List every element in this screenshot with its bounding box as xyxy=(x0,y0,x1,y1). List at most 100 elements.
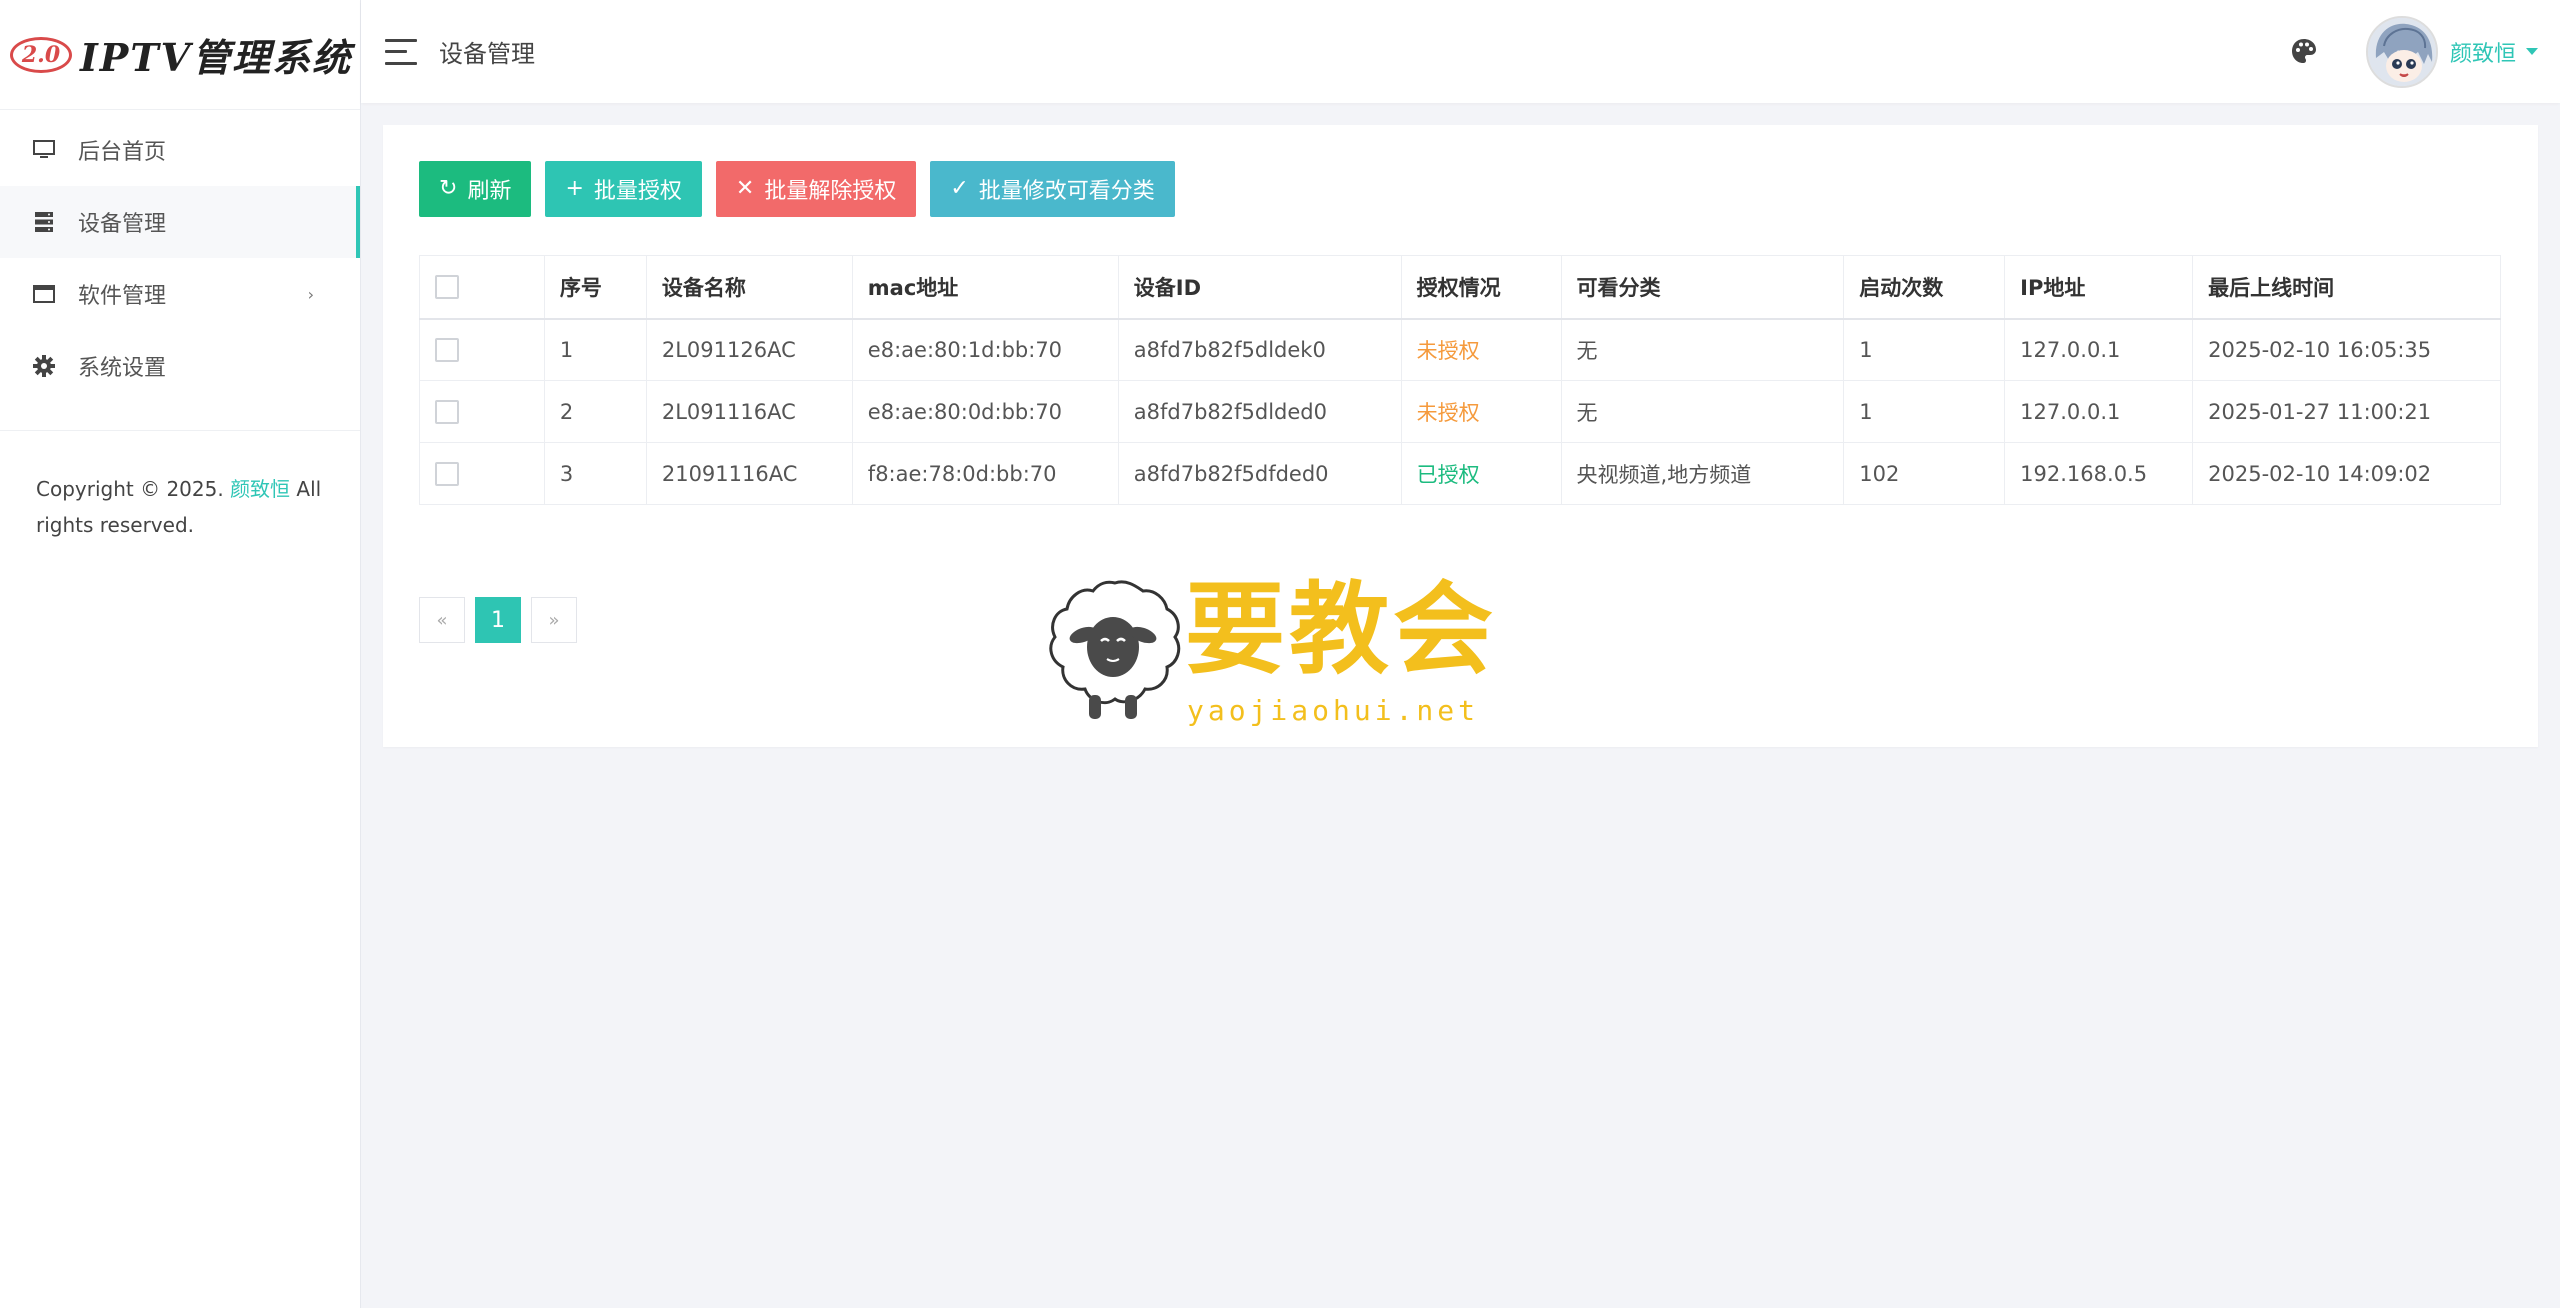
sidebar-item-label: 后台首页 xyxy=(78,140,167,165)
sidebar-item-label: 软件管理 xyxy=(78,284,167,309)
cell-last-online: 2025-01-27 11:00:21 xyxy=(2192,380,2501,443)
cell-ip: 127.0.0.1 xyxy=(2004,318,2194,381)
copyright-notice: Copyright © 2025. 颜致恒 All rights reserve… xyxy=(0,431,360,543)
pagination-page-current[interactable]: 1 xyxy=(475,597,521,643)
batch-edit-category-label: 批量修改可看分类 xyxy=(978,179,1155,204)
select-all-checkbox[interactable] xyxy=(435,275,459,300)
monitor-icon xyxy=(32,138,56,162)
user-avatar[interactable] xyxy=(2365,15,2438,88)
page-title: 设备管理 xyxy=(439,40,535,68)
sidebar-nav: 后台首页 设备管理 软件管理 › 系统设置 xyxy=(0,110,360,402)
row-checkbox[interactable] xyxy=(435,338,459,363)
copyright-prefix: Copyright © 2025. xyxy=(36,477,231,501)
cell-device-id: a8fd7b82f5dfded0 xyxy=(1117,442,1402,505)
sidebar-item-settings[interactable]: 系统设置 xyxy=(0,330,360,402)
toolbar: ↻ 刷新 + 批量授权 ✕ 批量解除授权 ✓ 批量修改可看分类 xyxy=(419,161,1175,217)
sidebar-item-label: 系统设置 xyxy=(78,356,167,381)
column-header[interactable]: IP地址 xyxy=(2004,255,2194,320)
sheep-logo-icon xyxy=(1049,580,1181,719)
header-user-area: 颜致恒 xyxy=(2290,15,2560,88)
cell-auth-status: 已授权 xyxy=(1400,442,1562,505)
batch-unauthorize-label: 批量解除授权 xyxy=(764,179,897,204)
cell-auth-status: 未授权 xyxy=(1400,380,1562,443)
cell-device-id: a8fd7b82f5dlded0 xyxy=(1117,380,1402,443)
logo-badge: 2.0 xyxy=(10,36,72,73)
batch-edit-category-button[interactable]: ✓ 批量修改可看分类 xyxy=(930,161,1175,217)
cell-mac: e8:ae:80:1d:bb:70 xyxy=(851,318,1119,381)
check-icon: ✓ xyxy=(950,176,969,201)
pagination-next[interactable]: » xyxy=(531,597,577,643)
pagination: « 1 » xyxy=(419,597,577,643)
batch-authorize-button[interactable]: + 批量授权 xyxy=(545,161,702,217)
cell-auth-status: 未授权 xyxy=(1400,318,1562,381)
gear-icon xyxy=(32,354,56,378)
column-header[interactable]: 授权情况 xyxy=(1400,255,1562,320)
caret-down-icon[interactable] xyxy=(2526,48,2538,55)
table-row[interactable]: 1 2L091126AC e8:ae:80:1d:bb:70 a8fd7b82f… xyxy=(419,318,2501,381)
column-header[interactable]: 设备ID xyxy=(1117,255,1402,320)
cell-last-online: 2025-02-10 16:05:35 xyxy=(2192,318,2501,381)
cell-index: 3 xyxy=(543,442,647,505)
cell-device-name: 21091116AC xyxy=(645,442,853,505)
top-header: 设备管理 颜致恒 xyxy=(361,0,2560,103)
column-header[interactable]: mac地址 xyxy=(851,255,1119,320)
cell-launch-count: 1 xyxy=(1843,380,2006,443)
cell-device-name: 2L091116AC xyxy=(645,380,853,443)
window-icon xyxy=(32,282,56,306)
cell-mac: e8:ae:80:0d:bb:70 xyxy=(851,380,1119,443)
cell-category: 无 xyxy=(1560,318,1845,381)
sidebar: 2.0 IPTV管理系统 后台首页 设备管理 软件管理 › 系统设置 Copyr… xyxy=(0,0,361,1308)
column-header[interactable]: 设备名称 xyxy=(645,255,853,320)
cell-index: 2 xyxy=(543,380,647,443)
app-logo[interactable]: 2.0 IPTV管理系统 xyxy=(0,0,360,110)
plus-icon: + xyxy=(565,176,584,201)
cell-launch-count: 1 xyxy=(1843,318,2006,381)
table-header-row: 序号 设备名称 mac地址 设备ID 授权情况 可看分类 启动次数 IP地址 最… xyxy=(419,255,2501,320)
cell-category: 无 xyxy=(1560,380,1845,443)
pagination-prev[interactable]: « xyxy=(419,597,465,643)
cell-category: 央视频道,地方频道 xyxy=(1560,442,1845,505)
column-header[interactable]: 序号 xyxy=(543,255,647,320)
cell-last-online: 2025-02-10 14:09:02 xyxy=(2192,442,2501,505)
column-header[interactable]: 启动次数 xyxy=(1843,255,2006,320)
row-select-cell xyxy=(419,380,545,443)
batch-authorize-label: 批量授权 xyxy=(593,179,682,204)
row-select-cell xyxy=(419,442,545,505)
row-checkbox[interactable] xyxy=(435,400,459,424)
watermark-cn-text: 要教会 xyxy=(1185,570,1497,688)
palette-icon[interactable] xyxy=(2290,37,2320,67)
column-header[interactable]: 可看分类 xyxy=(1560,255,1845,320)
row-checkbox[interactable] xyxy=(435,462,459,486)
refresh-label: 刷新 xyxy=(467,179,512,204)
server-icon xyxy=(32,210,56,234)
app-title: IPTV管理系统 xyxy=(80,35,353,80)
refresh-icon: ↻ xyxy=(439,176,458,201)
author-link[interactable]: 颜致恒 xyxy=(230,477,290,501)
cell-ip: 192.168.0.5 xyxy=(2004,442,2194,505)
select-all-cell xyxy=(419,255,545,320)
sidebar-item-label: 设备管理 xyxy=(78,212,167,237)
cell-index: 1 xyxy=(543,318,647,381)
close-icon: ✕ xyxy=(735,176,755,201)
refresh-button[interactable]: ↻ 刷新 xyxy=(419,161,532,217)
cell-launch-count: 102 xyxy=(1843,442,2006,505)
sidebar-item-dashboard[interactable]: 后台首页 xyxy=(0,114,360,186)
table-row[interactable]: 3 21091116AC f8:ae:78:0d:bb:70 a8fd7b82f… xyxy=(419,442,2501,505)
cell-mac: f8:ae:78:0d:bb:70 xyxy=(851,442,1119,505)
sidebar-item-devices[interactable]: 设备管理 xyxy=(0,186,360,258)
device-panel: ↻ 刷新 + 批量授权 ✕ 批量解除授权 ✓ 批量修改可看分类 序号 设备名称 xyxy=(383,125,2538,747)
hamburger-menu-icon[interactable] xyxy=(385,38,417,65)
watermark: 要教会 yaojiaohui.net xyxy=(1045,577,1505,732)
cell-ip: 127.0.0.1 xyxy=(2004,380,2194,443)
column-header[interactable]: 最后上线时间 xyxy=(2192,255,2501,320)
table-row[interactable]: 2 2L091116AC e8:ae:80:0d:bb:70 a8fd7b82f… xyxy=(419,380,2501,443)
cell-device-name: 2L091126AC xyxy=(645,318,853,381)
chevron-right-icon: › xyxy=(307,284,314,304)
sidebar-item-software[interactable]: 软件管理 › xyxy=(0,258,360,330)
device-table: 序号 设备名称 mac地址 设备ID 授权情况 可看分类 启动次数 IP地址 最… xyxy=(419,255,2501,505)
username-dropdown[interactable]: 颜致恒 xyxy=(2450,36,2516,68)
batch-unauthorize-button[interactable]: ✕ 批量解除授权 xyxy=(715,161,917,217)
cell-device-id: a8fd7b82f5dldek0 xyxy=(1117,318,1402,381)
watermark-en-text: yaojiaohui.net xyxy=(1187,694,1480,727)
row-select-cell xyxy=(419,318,545,381)
